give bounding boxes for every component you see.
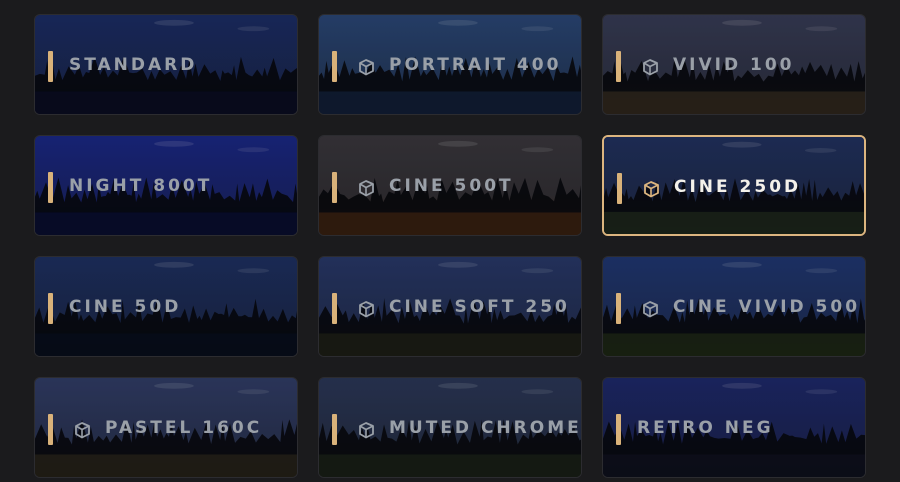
accent-bar xyxy=(616,414,621,445)
preset-card-muted-chrome[interactable]: MUTED CHROME xyxy=(318,377,582,478)
accent-bar xyxy=(48,172,53,203)
accent-bar xyxy=(617,173,622,204)
preset-label: PORTRAIT 400 xyxy=(389,55,562,75)
preset-label: CINE 500T xyxy=(389,176,514,196)
preset-card-cine-500t[interactable]: CINE 500T xyxy=(318,135,582,236)
preset-label: CINE 50D xyxy=(69,297,182,317)
film-canister-icon xyxy=(640,57,660,77)
film-canister-icon xyxy=(356,178,376,198)
preset-card-cine-250d[interactable]: CINE 250D xyxy=(602,135,866,236)
preset-card-standard[interactable]: STANDARD xyxy=(34,14,298,115)
preset-label: STANDARD xyxy=(69,55,198,75)
accent-bar xyxy=(332,414,337,445)
film-canister-icon xyxy=(356,420,376,440)
preset-label: CINE VIVID 500 xyxy=(673,297,861,317)
preset-label: MUTED CHROME xyxy=(389,418,582,438)
preset-grid: STANDARD PORTRAIT 400 VIVID 100 NIGHT 80… xyxy=(0,0,900,482)
accent-bar xyxy=(332,293,337,324)
accent-bar xyxy=(332,51,337,82)
preset-label: PASTEL 160C xyxy=(105,418,263,438)
preset-card-pastel-160c[interactable]: PASTEL 160C xyxy=(34,377,298,478)
preset-label: RETRO NEG xyxy=(637,418,774,438)
accent-bar xyxy=(616,293,621,324)
preset-card-night-800t[interactable]: NIGHT 800T xyxy=(34,135,298,236)
preset-card-cine-soft-250[interactable]: CINE SOFT 250 xyxy=(318,256,582,357)
accent-bar xyxy=(48,293,53,324)
film-canister-icon xyxy=(72,420,92,440)
preset-card-vivid-100[interactable]: VIVID 100 xyxy=(602,14,866,115)
film-canister-icon xyxy=(356,57,376,77)
preset-card-retro-neg[interactable]: RETRO NEG xyxy=(602,377,866,478)
film-canister-icon xyxy=(356,299,376,319)
film-canister-icon xyxy=(641,179,661,199)
accent-bar xyxy=(616,51,621,82)
preset-label: VIVID 100 xyxy=(673,55,795,75)
preset-card-portrait-400[interactable]: PORTRAIT 400 xyxy=(318,14,582,115)
preset-label: CINE 250D xyxy=(674,177,802,197)
accent-bar xyxy=(48,414,53,445)
preset-card-cine-50d[interactable]: CINE 50D xyxy=(34,256,298,357)
film-canister-icon xyxy=(640,299,660,319)
preset-label: NIGHT 800T xyxy=(69,176,213,196)
preset-card-cine-vivid-500[interactable]: CINE VIVID 500 xyxy=(602,256,866,357)
accent-bar xyxy=(332,172,337,203)
preset-label: CINE SOFT 250 xyxy=(389,297,570,317)
accent-bar xyxy=(48,51,53,82)
